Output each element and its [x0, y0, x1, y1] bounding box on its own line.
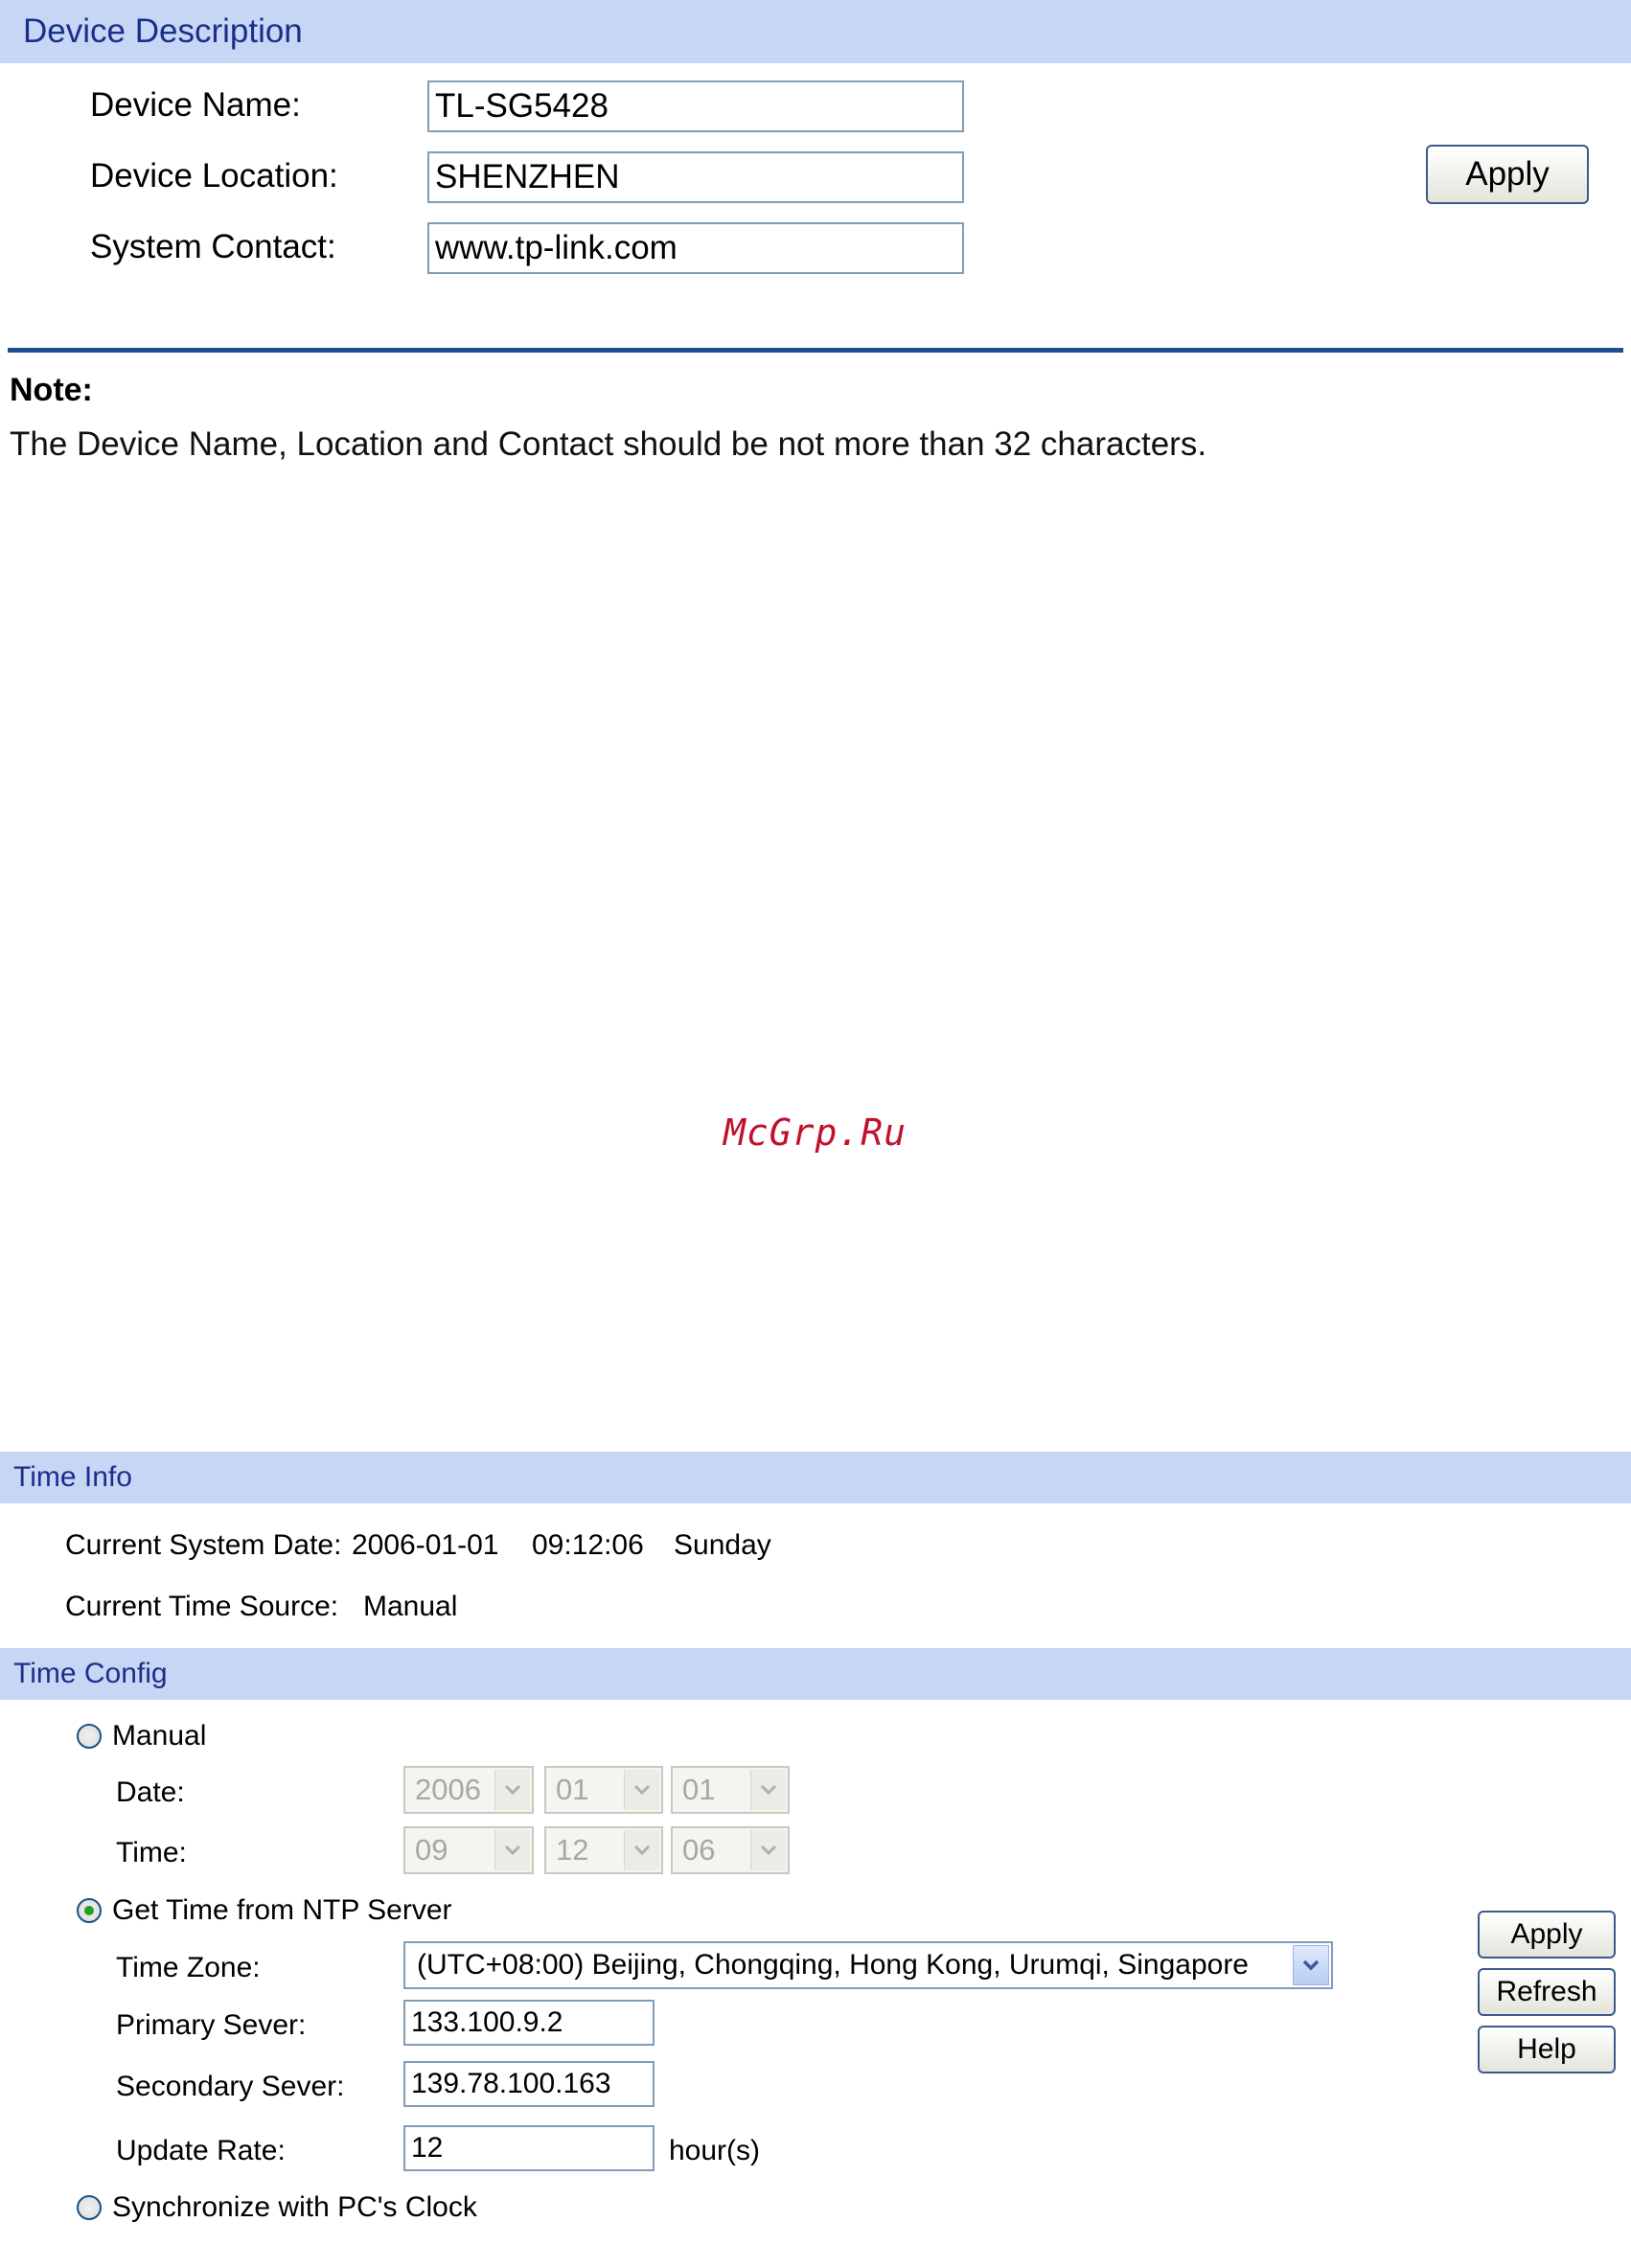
date-label: Date:: [116, 1776, 185, 1808]
time-second-value: 06: [682, 1833, 716, 1867]
secondary-server-label: Secondary Sever:: [116, 2071, 345, 2102]
chevron-down-icon: [624, 1830, 659, 1870]
time-config-title: Time Config: [13, 1658, 168, 1689]
device-location-input[interactable]: [427, 151, 964, 203]
time-label: Time:: [116, 1837, 187, 1868]
current-time-value: 09:12:06: [532, 1529, 644, 1561]
time-zone-select[interactable]: (UTC+08:00) Beijing, Chongqing, Hong Kon…: [403, 1941, 1333, 1989]
secondary-server-input[interactable]: [403, 2061, 655, 2107]
note-title: Note:: [10, 372, 93, 408]
chevron-down-icon: [624, 1770, 659, 1810]
help-button[interactable]: Help: [1478, 2026, 1616, 2073]
time-hour-select[interactable]: 09: [403, 1826, 534, 1874]
manual-label: Manual: [112, 1720, 207, 1752]
note-text: The Device Name, Location and Contact sh…: [10, 425, 1207, 463]
primary-server-input[interactable]: [403, 2000, 655, 2046]
device-description-title: Device Description: [23, 12, 303, 50]
system-contact-label: System Contact:: [90, 228, 336, 265]
chevron-down-icon: [494, 1770, 530, 1810]
time-info-header: Time Info: [0, 1452, 1631, 1503]
ntp-label: Get Time from NTP Server: [112, 1894, 452, 1926]
manual-radio[interactable]: [77, 1724, 102, 1749]
time-apply-label: Apply: [1510, 1918, 1583, 1950]
current-day-value: Sunday: [674, 1529, 771, 1561]
chevron-down-icon: [1293, 1945, 1329, 1985]
radio-selected-dot: [84, 1906, 94, 1915]
time-source-label: Current Time Source:: [65, 1591, 339, 1622]
time-apply-button[interactable]: Apply: [1478, 1911, 1616, 1959]
section-divider: [8, 348, 1623, 353]
time-config-header: Time Config: [0, 1648, 1631, 1700]
chevron-down-icon: [750, 1830, 786, 1870]
time-minute-select[interactable]: 12: [544, 1826, 663, 1874]
time-zone-label: Time Zone:: [116, 1952, 261, 1983]
current-date-value: 2006-01-01: [352, 1529, 499, 1561]
primary-server-label: Primary Sever:: [116, 2009, 307, 2041]
date-month-select[interactable]: 01: [544, 1766, 663, 1814]
time-minute-value: 12: [556, 1833, 589, 1867]
ntp-radio[interactable]: [77, 1898, 102, 1923]
device-location-label: Device Location:: [90, 157, 338, 195]
device-description-header: Device Description: [0, 0, 1631, 63]
device-name-input[interactable]: [427, 80, 964, 132]
chevron-down-icon: [494, 1830, 530, 1870]
device-apply-button[interactable]: Apply: [1426, 145, 1589, 204]
time-source-value: Manual: [363, 1591, 458, 1622]
help-label: Help: [1517, 2033, 1576, 2065]
update-rate-unit: hour(s): [669, 2135, 761, 2166]
sync-pc-radio[interactable]: [77, 2195, 102, 2220]
time-hour-value: 09: [415, 1833, 448, 1867]
device-name-label: Device Name:: [90, 86, 301, 124]
date-day-select[interactable]: 01: [671, 1766, 790, 1814]
date-month-value: 01: [556, 1773, 589, 1806]
update-rate-label: Update Rate:: [116, 2135, 286, 2166]
device-apply-label: Apply: [1465, 155, 1550, 193]
current-date-label: Current System Date:: [65, 1529, 342, 1561]
time-zone-value: (UTC+08:00) Beijing, Chongqing, Hong Kon…: [417, 1949, 1249, 1981]
watermark-text: McGrp.Ru: [724, 1111, 907, 1154]
date-day-value: 01: [682, 1773, 716, 1806]
update-rate-input[interactable]: [403, 2125, 655, 2171]
refresh-label: Refresh: [1496, 1976, 1597, 2007]
sync-pc-label: Synchronize with PC's Clock: [112, 2191, 477, 2223]
system-contact-input[interactable]: [427, 222, 964, 274]
refresh-button[interactable]: Refresh: [1478, 1968, 1616, 2016]
date-year-select[interactable]: 2006: [403, 1766, 534, 1814]
time-second-select[interactable]: 06: [671, 1826, 790, 1874]
chevron-down-icon: [750, 1770, 786, 1810]
time-info-title: Time Info: [13, 1461, 132, 1493]
date-year-value: 2006: [415, 1773, 481, 1806]
